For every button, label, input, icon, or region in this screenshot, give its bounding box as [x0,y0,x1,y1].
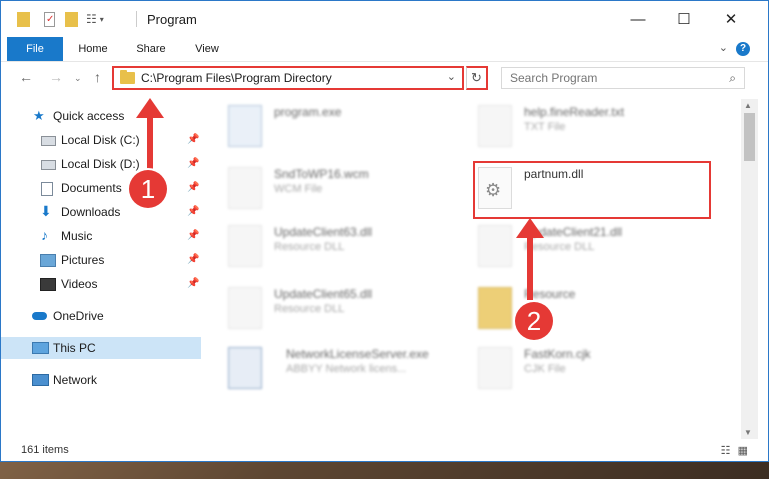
arrow-two [516,218,544,300]
annotation-arrows [136,98,544,300]
annotation-badge-1: 1 [129,170,167,208]
annotation-badge-2: 2 [515,302,553,340]
